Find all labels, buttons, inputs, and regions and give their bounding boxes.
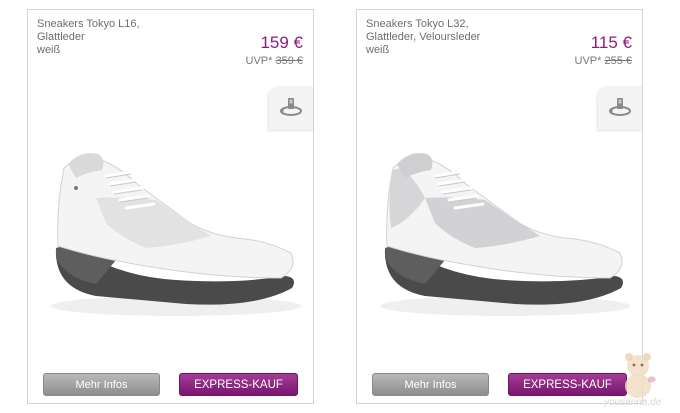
product-name-line1: Sneakers Tokyo L16, <box>37 18 140 30</box>
uvp-label: UVP* <box>245 55 273 67</box>
product-price: 159 € <box>260 33 303 52</box>
rotate-360-button[interactable] <box>269 86 313 130</box>
rotate-360-icon <box>609 98 631 116</box>
watermark-text: yousanna.de <box>604 397 662 408</box>
product-name-line2: Glattleder <box>37 31 85 43</box>
uvp-price: UVP* 255 € <box>575 55 633 68</box>
product-price: 115 € <box>590 33 632 52</box>
uvp-label: UVP* <box>574 55 602 67</box>
product-card-2[interactable]: Sneakers Tokyo L32, Glattleder, Veloursl… <box>356 9 643 404</box>
watermark: yousanna.de <box>602 348 672 408</box>
product-name[interactable]: Sneakers Tokyo L32, Glattleder, Veloursl… <box>366 18 526 57</box>
more-info-button[interactable]: Mehr Infos <box>372 373 489 396</box>
product-name-line1: Sneakers Tokyo L32, <box>366 18 469 30</box>
more-info-button[interactable]: Mehr Infos <box>43 373 160 396</box>
uvp-old-price: 255 € <box>604 55 632 67</box>
product-image-shoe-1[interactable] <box>36 128 306 328</box>
product-name-line2: Glattleder, Veloursleder <box>366 31 481 43</box>
express-buy-button[interactable]: EXPRESS-KAUF <box>179 373 298 396</box>
product-name[interactable]: Sneakers Tokyo L16, Glattleder weiß <box>37 18 197 57</box>
uvp-price: UVP* 359 € <box>246 55 304 68</box>
uvp-old-price: 359 € <box>275 55 303 67</box>
product-color: weiß <box>37 44 61 56</box>
rotate-360-icon <box>280 98 302 116</box>
product-color: weiß <box>366 44 390 56</box>
product-card-1[interactable]: Sneakers Tokyo L16, Glattleder weiß 159 … <box>27 9 314 404</box>
product-image-shoe-2[interactable] <box>365 128 635 328</box>
rotate-360-button[interactable] <box>598 86 642 130</box>
